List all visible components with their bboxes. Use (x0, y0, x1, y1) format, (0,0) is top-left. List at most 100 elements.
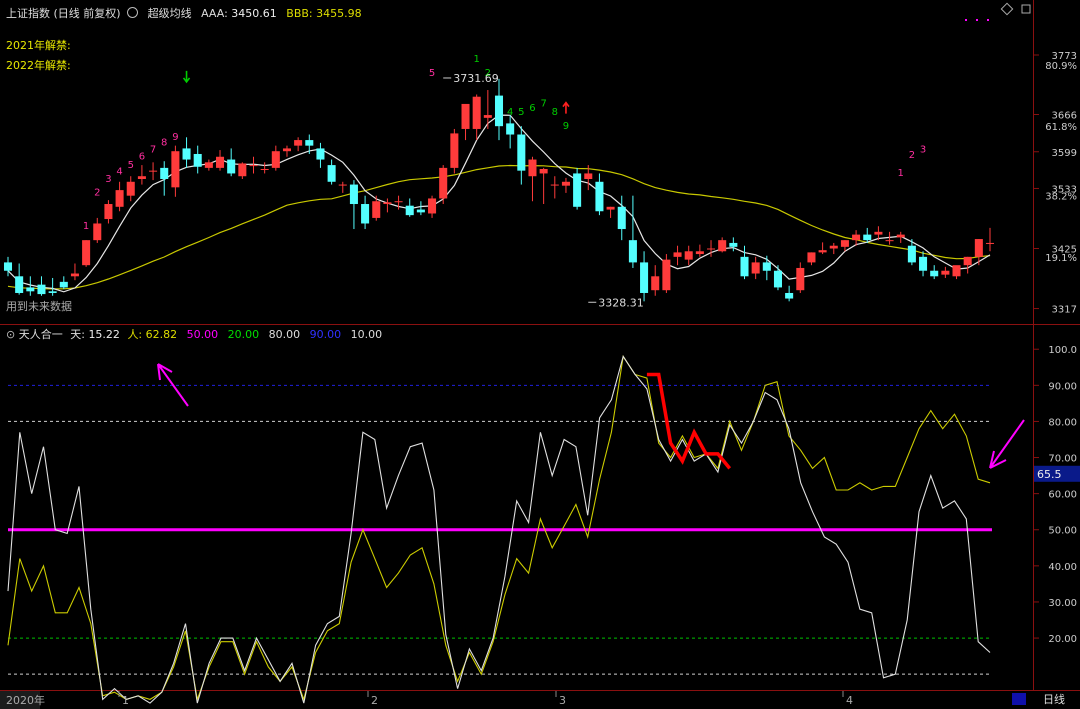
candle-up (584, 165, 593, 191)
candle-up (249, 156, 258, 174)
candle-body (840, 240, 849, 247)
osc-axis-label: 80.00 (1048, 417, 1077, 428)
candle-body (294, 140, 303, 146)
candle-down (595, 173, 604, 216)
candle-down (930, 265, 939, 280)
candle-up (149, 162, 158, 181)
candle-down (316, 142, 325, 168)
candle-up (82, 240, 91, 267)
candle-body (863, 234, 872, 241)
candle-up (115, 181, 124, 212)
candle-up (874, 226, 883, 241)
candle-down (494, 78, 504, 141)
candle-body (405, 205, 414, 216)
candle-up (70, 263, 79, 281)
candle-down (227, 148, 236, 177)
candle-down (617, 195, 626, 241)
candle-body (104, 204, 113, 220)
candle-down (59, 276, 68, 290)
td-count-label: 3 (920, 144, 926, 155)
month-label: 4 (846, 694, 853, 707)
ren-value: 62.82 (145, 328, 178, 341)
candle-body (472, 96, 481, 129)
chart-title: 上证指数 (日线 前复权) 超级均线 AAA: 3450.61 BBB: 345… (6, 5, 362, 21)
candle-body (684, 251, 693, 260)
candle-body (550, 184, 559, 186)
oscillator-name: 天人合一 (18, 328, 63, 341)
candle-body (941, 270, 950, 275)
osc-axis-label: 60.00 (1048, 490, 1077, 501)
td-count-label: 2 (94, 188, 100, 199)
candle-body (327, 165, 336, 182)
candle-down (193, 145, 202, 174)
candle-body (963, 256, 972, 266)
candle-down (517, 126, 526, 185)
level-20: 20.00 (227, 328, 260, 341)
candle-body (852, 234, 861, 241)
period-selector[interactable]: 日线 (1034, 692, 1074, 708)
candle-body (26, 287, 35, 292)
candle-body (506, 123, 515, 135)
candle-body (874, 231, 883, 235)
td-count-label: 7 (540, 99, 546, 110)
candle-body (662, 259, 671, 291)
fib-level-label: 80.9% (1045, 61, 1077, 72)
candle-up (450, 128, 459, 174)
osc-axis-label: 90.00 (1048, 381, 1077, 392)
candle-up (896, 231, 905, 243)
candle-body (740, 256, 749, 277)
level-90: 90.00 (309, 328, 342, 341)
window-control-icon (1000, 2, 1014, 16)
td-count-label: 6 (139, 152, 145, 163)
candle-body (171, 151, 180, 188)
price-axis-label: 3599 (1052, 148, 1077, 159)
date-start-box (0, 691, 40, 709)
status-dot (987, 19, 989, 21)
candle-body (561, 181, 570, 186)
candle-body (528, 159, 537, 177)
candle-body (640, 262, 649, 293)
candle-body (193, 153, 202, 167)
td-count-label: 5 (518, 107, 524, 118)
candle-up (662, 254, 671, 293)
candle-body (539, 168, 548, 174)
candle-down (729, 237, 738, 252)
candle-up (539, 167, 548, 205)
td-count-label: 9 (172, 132, 178, 143)
aaa-label: AAA: (201, 7, 228, 20)
candle-body (695, 251, 704, 255)
candle-body (216, 156, 225, 168)
candle-up (796, 262, 805, 293)
note-2021: 2021年解禁: (6, 39, 71, 52)
candle-up (807, 252, 816, 266)
future-data-note: 用到未来数据 (6, 300, 72, 313)
candle-body (349, 184, 358, 205)
candle-body (372, 201, 381, 218)
candle-down (15, 263, 24, 295)
candle-body (48, 291, 57, 293)
level-50: 50.00 (186, 328, 219, 341)
candle-body (595, 181, 604, 212)
candle-up (93, 217, 102, 243)
candle-up (651, 265, 660, 296)
td-count-label: 6 (529, 103, 535, 114)
candle-down (863, 227, 872, 243)
candle-body (149, 170, 158, 172)
collapse-icon[interactable]: ⊙ (6, 328, 15, 341)
level-10: 10.00 (350, 328, 383, 341)
candle-body (282, 148, 291, 152)
candle-body (204, 162, 213, 168)
candle-up (383, 198, 392, 213)
candle-up (204, 159, 213, 171)
candle-body (628, 240, 637, 263)
candle-up (550, 176, 559, 199)
annotation-arrow-icon (157, 363, 189, 407)
settings-icon[interactable] (127, 7, 139, 18)
candle-up (528, 156, 537, 202)
candle-up (271, 145, 280, 171)
candle-body (15, 276, 24, 293)
ren-label: 人: (127, 328, 143, 341)
tian-label: 天: (70, 328, 85, 341)
td-count-label: 7 (150, 144, 156, 155)
candle-down (361, 195, 370, 230)
